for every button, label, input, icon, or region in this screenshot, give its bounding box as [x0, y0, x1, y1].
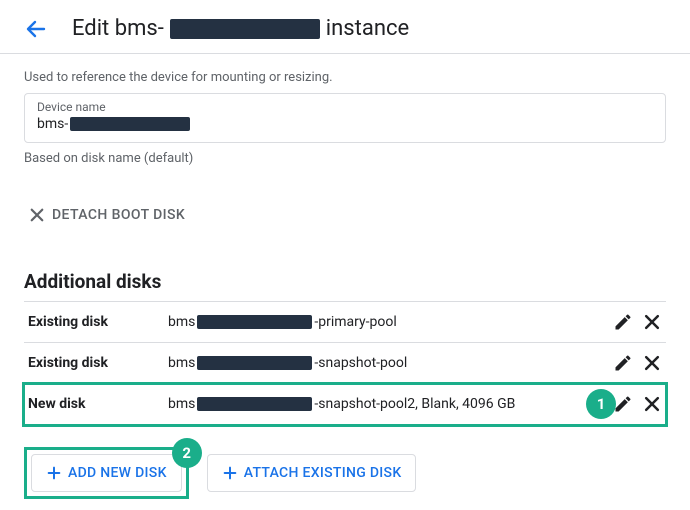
redacted-text: [197, 315, 312, 329]
disk-type-cell: Existing disk: [24, 343, 164, 384]
remove-icon[interactable]: [642, 353, 662, 373]
table-row: Existing disk bms -primary-pool: [24, 302, 666, 343]
redacted-text: [70, 117, 190, 131]
plus-icon: [46, 465, 62, 481]
device-name-subtext: Based on disk name (default): [24, 151, 666, 166]
device-name-value: bms-: [37, 116, 653, 132]
device-hint: Used to reference the device for mountin…: [24, 70, 666, 85]
callout-badge-1: 1: [586, 389, 616, 419]
additional-disks-heading: Additional disks: [24, 270, 666, 293]
disk-desc-cell: bms -snapshot-pool: [164, 343, 598, 384]
remove-icon[interactable]: [642, 312, 662, 332]
disk-type-cell: Existing disk: [24, 302, 164, 343]
attach-existing-disk-button[interactable]: ATTACH EXISTING DISK: [207, 454, 417, 492]
page-title: Edit bms- instance: [72, 16, 409, 41]
disk-type-cell: New disk: [24, 384, 164, 425]
redacted-text: [197, 356, 312, 370]
add-new-disk-button[interactable]: ADD NEW DISK: [31, 454, 182, 492]
table-row: New disk bms -snapshot-pool2, Blank, 409…: [24, 384, 666, 425]
close-icon: [28, 206, 46, 224]
disks-table: Existing disk bms -primary-pool Existing…: [24, 301, 666, 425]
plus-icon: [222, 465, 238, 481]
device-name-label: Device name: [37, 100, 653, 114]
edit-icon[interactable]: [613, 312, 633, 332]
edit-icon[interactable]: [613, 353, 633, 373]
callout-badge-2: 2: [172, 438, 202, 468]
redacted-text: [197, 397, 312, 411]
callout-wrap-2: ADD NEW DISK 2: [24, 447, 189, 499]
detach-boot-disk-button[interactable]: DETACH BOOT DISK: [24, 198, 189, 232]
device-name-field[interactable]: Device name bms-: [24, 93, 666, 143]
back-arrow-icon[interactable]: [24, 17, 48, 41]
remove-icon[interactable]: [642, 394, 662, 414]
table-row: Existing disk bms -snapshot-pool: [24, 343, 666, 384]
disk-desc-cell: bms -primary-pool: [164, 302, 598, 343]
disk-desc-cell: bms -snapshot-pool2, Blank, 4096 GB: [164, 384, 598, 425]
redacted-text: [170, 19, 320, 39]
